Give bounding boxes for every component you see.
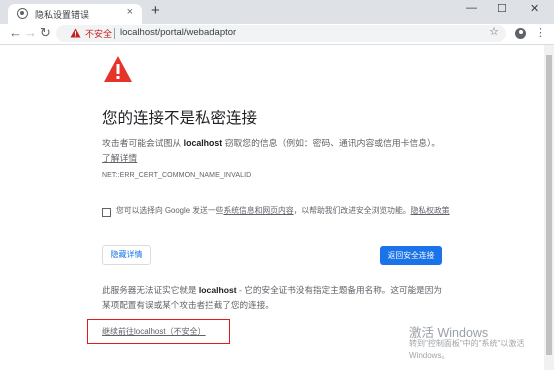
tab-close-icon[interactable]: × xyxy=(127,6,133,18)
proceed-unsafe-link[interactable]: 继续前往localhost（不安全） xyxy=(102,326,206,337)
details-text: 此服务器无法证实它就是 localhost - 它的安全证书没有指定主题备用名称… xyxy=(102,283,447,313)
desc-middle: 窃取您的信息（例如：密码、通讯内容或信用卡信息）。 xyxy=(222,138,441,148)
not-secure-label[interactable]: 不安全 xyxy=(85,27,112,40)
back-button[interactable]: ← xyxy=(9,25,22,41)
page-scrollbar[interactable] xyxy=(544,45,554,370)
url-text[interactable]: localhost/portal/webadaptor xyxy=(120,27,236,38)
details-host: localhost xyxy=(198,285,237,295)
checkbox-text-prefix: 您可以选择向 Google 发送一些 xyxy=(116,206,224,215)
error-code: NET::ERR_CERT_COMMON_NAME_INVALID xyxy=(102,172,252,179)
checkbox-text-middle: ，以帮助我们改进安全浏览功能。 xyxy=(293,206,411,215)
globe-icon xyxy=(17,8,28,19)
menu-icon[interactable]: ⋮ xyxy=(535,26,546,39)
desc-host: localhost xyxy=(183,138,223,148)
activation-watermark-subtitle: 转到"控制面板"中的"系统"以激活 Windows。 xyxy=(409,339,525,360)
details-prefix: 此服务器无法证实它就是 xyxy=(102,285,199,295)
minimize-button[interactable]: — xyxy=(466,2,477,14)
desc-prefix: 攻击者可能会试图从 xyxy=(102,138,184,148)
scrollbar-thumb[interactable] xyxy=(546,55,552,355)
bookmark-star-icon[interactable]: ☆ xyxy=(489,25,499,38)
browser-tab[interactable]: 隐私设置错误 × xyxy=(8,4,142,24)
browser-toolbar: ← → ↻ 不安全 localhost/portal/webadaptor ☆ … xyxy=(0,24,554,45)
checkbox-label: 您可以选择向 Google 发送一些系统信息和网页内容，以帮助我们改进安全浏览功… xyxy=(116,205,450,216)
profile-avatar-icon[interactable] xyxy=(515,28,526,39)
new-tab-button[interactable]: + xyxy=(151,3,160,19)
system-info-link[interactable]: 系统信息和网页内容 xyxy=(223,206,293,215)
warning-description: 攻击者可能会试图从 localhost 窃取您的信息（例如：密码、通讯内容或信用… xyxy=(102,136,447,166)
warning-triangle-icon xyxy=(104,56,132,82)
page-title: 您的连接不是私密连接 xyxy=(102,110,258,127)
address-separator xyxy=(114,28,115,39)
hide-details-button[interactable]: 隐藏详情 xyxy=(102,245,151,265)
address-bar[interactable]: 不安全 localhost/portal/webadaptor ☆ xyxy=(56,25,506,42)
not-secure-warning-icon[interactable] xyxy=(70,28,81,38)
back-to-safety-button[interactable]: 返回安全连接 xyxy=(380,246,442,265)
forward-button[interactable]: → xyxy=(24,25,37,41)
tab-title: 隐私设置错误 xyxy=(35,10,90,20)
privacy-policy-link[interactable]: 隐私权政策 xyxy=(411,206,450,215)
send-report-checkbox[interactable] xyxy=(102,208,111,217)
learn-more-link[interactable]: 了解详情 xyxy=(102,153,137,163)
maximize-button[interactable]: ☐ xyxy=(497,2,507,15)
browser-titlebar: 隐私设置错误 × + — ☐ ✕ xyxy=(0,0,554,24)
close-window-button[interactable]: ✕ xyxy=(530,2,539,15)
reload-button[interactable]: ↻ xyxy=(40,25,51,41)
